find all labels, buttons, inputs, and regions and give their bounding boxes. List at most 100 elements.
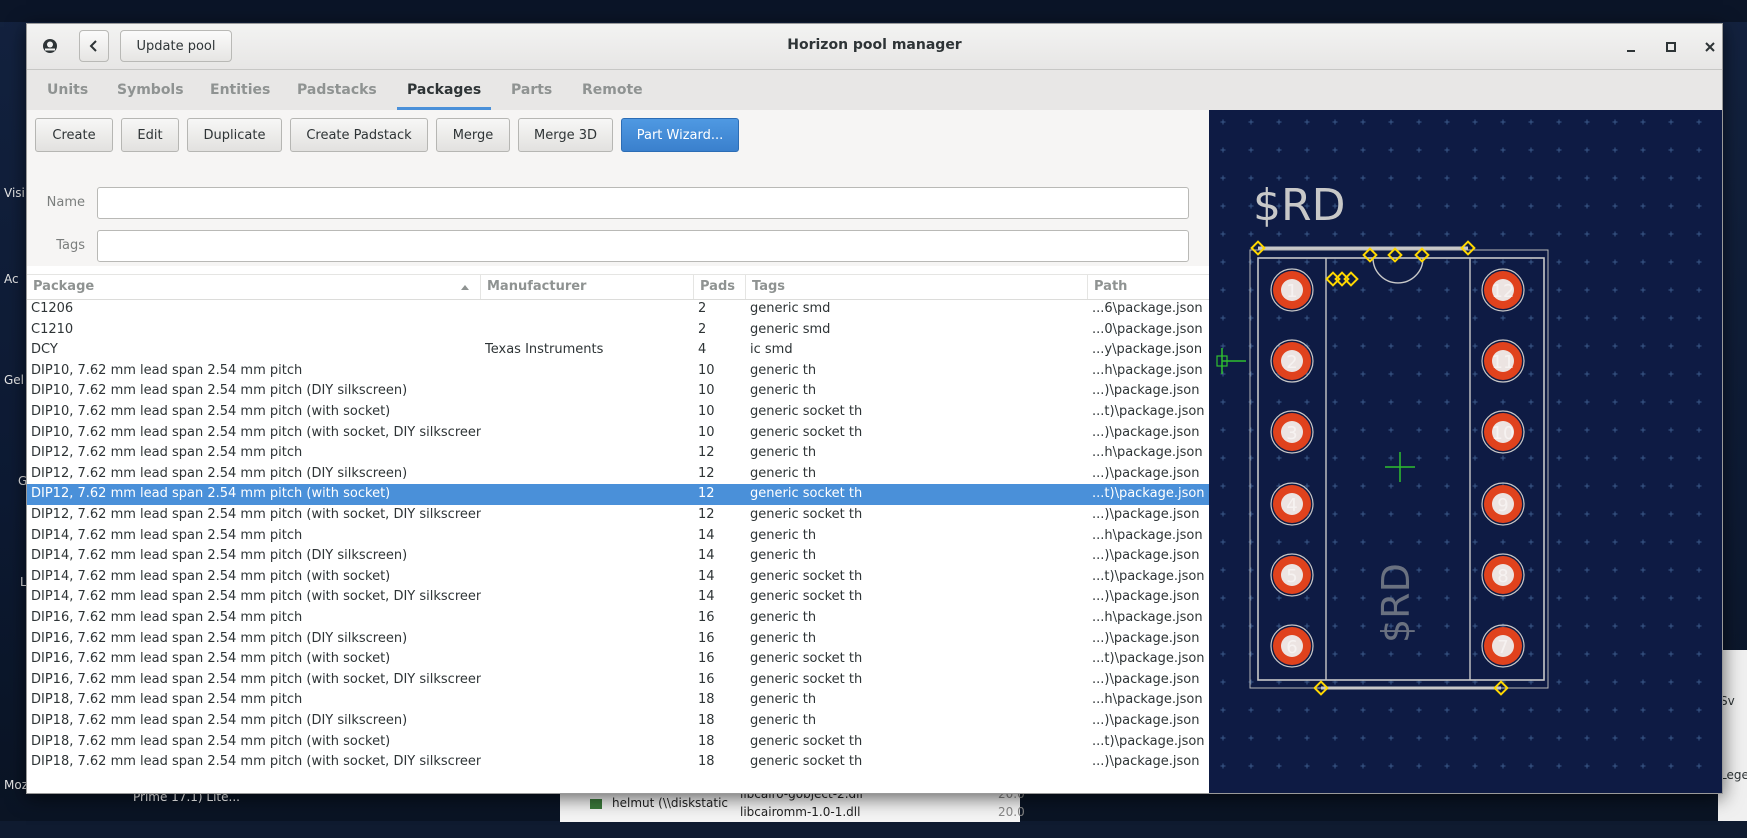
cell-tags: ic smd [750, 342, 793, 358]
grid-mark [1696, 511, 1702, 517]
cell-tags: generic th [750, 362, 817, 378]
package-preview-canvas[interactable]: $RD 1 12 2 11 3 10 4 9 5 8 6 7 $RD [1209, 110, 1722, 793]
cell-package: DIP12, 7.62 mm lead span 2.54 mm pitch (… [31, 465, 408, 481]
desktop-label[interactable]: Visi [4, 186, 25, 200]
tab-units[interactable]: Units [37, 70, 98, 110]
pad[interactable]: 9 [1481, 482, 1525, 526]
pad[interactable]: 4 [1270, 482, 1314, 526]
tab-padstacks[interactable]: Padstacks [287, 70, 387, 110]
tab-symbols[interactable]: Symbols [107, 70, 194, 110]
duplicate-button[interactable]: Duplicate [187, 118, 282, 152]
file-name[interactable]: libcairomm-1.0-1.dll [740, 805, 860, 838]
column-header-tags[interactable]: Tags [746, 275, 1088, 299]
grid-mark [1444, 707, 1450, 713]
app-menu-icon[interactable] [37, 33, 63, 59]
grid-mark [1444, 539, 1450, 545]
edit-button[interactable]: Edit [121, 118, 179, 152]
table-row[interactable]: DIP16, 7.62 mm lead span 2.54 mm pitch (… [27, 670, 1209, 691]
table-row[interactable]: DIP14, 7.62 mm lead span 2.54 mm pitch (… [27, 546, 1209, 567]
cell-path: ...h\package.json [1092, 610, 1203, 625]
column-header-manufacturer[interactable]: Manufacturer [481, 275, 694, 299]
drag-handle[interactable] [1334, 271, 1350, 287]
pad[interactable]: 10 [1481, 410, 1525, 454]
pad[interactable]: 1 [1270, 268, 1314, 312]
cell-package: DIP10, 7.62 mm lead span 2.54 mm pitch (… [31, 404, 391, 419]
desktop-label[interactable]: Ac [4, 272, 19, 286]
table-row[interactable]: DIP10, 7.62 mm lead span 2.54 mm pitch (… [27, 423, 1209, 444]
table-row[interactable]: DIP10, 7.62 mm lead span 2.54 mm pitch 10… [27, 361, 1209, 382]
part-wizard-button[interactable]: Part Wizard... [621, 118, 739, 152]
tab-remote[interactable]: Remote [572, 70, 653, 110]
tab-packages[interactable]: Packages [397, 70, 492, 110]
table-row[interactable]: DIP18, 7.62 mm lead span 2.54 mm pitch (… [27, 752, 1209, 773]
name-filter-input[interactable] [97, 187, 1189, 219]
table-row[interactable]: DIP10, 7.62 mm lead span 2.54 mm pitch (… [27, 381, 1209, 402]
pad[interactable]: 11 [1481, 339, 1525, 383]
cell-tags: generic th [750, 692, 817, 708]
table-row[interactable]: DIP10, 7.62 mm lead span 2.54 mm pitch (… [27, 402, 1209, 423]
tags-filter-input[interactable] [97, 230, 1189, 262]
tab-parts[interactable]: Parts [501, 70, 562, 110]
explorer-item[interactable]: helmut (\\diskstatic [612, 796, 728, 829]
maximize-icon[interactable] [1658, 34, 1684, 60]
table-row[interactable]: DIP18, 7.62 mm lead span 2.54 mm pitch 18… [27, 690, 1209, 711]
table-row[interactable]: C1206 2 generic smd ...6\package.json [27, 299, 1209, 320]
table-row[interactable]: DIP16, 7.62 mm lead span 2.54 mm pitch (… [27, 649, 1209, 670]
grid-mark [1388, 707, 1394, 713]
table-row[interactable]: DIP12, 7.62 mm lead span 2.54 mm pitch (… [27, 464, 1209, 485]
grid-mark [1528, 203, 1534, 209]
drag-handle[interactable] [1325, 271, 1341, 287]
table-row[interactable]: DIP12, 7.62 mm lead span 2.54 mm pitch 12… [27, 443, 1209, 464]
desktop-label[interactable]: Moz [4, 778, 28, 792]
pad[interactable]: 6 [1270, 624, 1314, 668]
grid-mark [1556, 651, 1562, 657]
pad[interactable]: 2 [1270, 339, 1314, 383]
column-header-package[interactable]: Package [27, 275, 481, 299]
table-row[interactable]: DIP14, 7.62 mm lead span 2.54 mm pitch (… [27, 587, 1209, 608]
table-row[interactable]: DIP12, 7.62 mm lead span 2.54 mm pitch (… [27, 505, 1209, 526]
column-header-pads[interactable]: Pads [694, 275, 746, 299]
pad[interactable]: 3 [1270, 410, 1314, 454]
create-padstack-button[interactable]: Create Padstack [290, 118, 428, 152]
drag-handle[interactable] [1343, 271, 1359, 287]
back-button[interactable] [79, 30, 109, 62]
drag-handle[interactable] [1362, 247, 1378, 263]
grid-mark [1640, 287, 1646, 293]
merge-3d-button[interactable]: Merge 3D [518, 118, 613, 152]
desktop-label[interactable]: Gel [4, 373, 24, 387]
table-row[interactable]: DIP14, 7.62 mm lead span 2.54 mm pitch (… [27, 567, 1209, 588]
close-icon[interactable] [1697, 34, 1722, 60]
table-row[interactable]: C1210 2 generic smd ...0\package.json [27, 320, 1209, 341]
table-row[interactable]: DCY Texas Instruments 4 ic smd ...y\package.… [27, 340, 1209, 361]
table-row[interactable]: DIP16, 7.62 mm lead span 2.54 mm pitch (… [27, 629, 1209, 650]
drag-handle[interactable] [1414, 247, 1430, 263]
grid-mark [1612, 315, 1618, 321]
create-button[interactable]: Create [35, 118, 113, 152]
table-row[interactable]: DIP16, 7.62 mm lead span 2.54 mm pitch 16… [27, 608, 1209, 629]
pad[interactable]: 8 [1481, 553, 1525, 597]
merge-button[interactable]: Merge [436, 118, 510, 152]
grid-mark [1556, 371, 1562, 377]
column-header-path[interactable]: Path [1088, 275, 1209, 299]
grid-mark [1360, 651, 1366, 657]
grid-mark [1248, 119, 1254, 125]
table-row[interactable]: DIP18, 7.62 mm lead span 2.54 mm pitch (… [27, 732, 1209, 753]
pad[interactable]: 7 [1481, 624, 1525, 668]
drag-handle[interactable] [1387, 247, 1403, 263]
table-row[interactable]: DIP12, 7.62 mm lead span 2.54 mm pitch (… [27, 484, 1209, 505]
grid-mark [1500, 399, 1506, 405]
table-row[interactable]: DIP18, 7.62 mm lead span 2.54 mm pitch (… [27, 711, 1209, 732]
cell-path: ...)\package.json [1092, 465, 1200, 481]
table-row[interactable]: DIP14, 7.62 mm lead span 2.54 mm pitch 14… [27, 526, 1209, 547]
grid-mark [1640, 231, 1646, 237]
update-pool-button[interactable]: Update pool [120, 30, 232, 62]
grid-mark [1612, 203, 1618, 209]
pad[interactable]: 5 [1270, 553, 1314, 597]
tab-entities[interactable]: Entities [200, 70, 280, 110]
minimize-icon[interactable] [1618, 34, 1644, 60]
grid-mark [1584, 567, 1590, 573]
pad[interactable]: 12 [1481, 268, 1525, 312]
grid-mark [1500, 119, 1506, 125]
grid-mark [1360, 399, 1366, 405]
grid-mark [1696, 371, 1702, 377]
